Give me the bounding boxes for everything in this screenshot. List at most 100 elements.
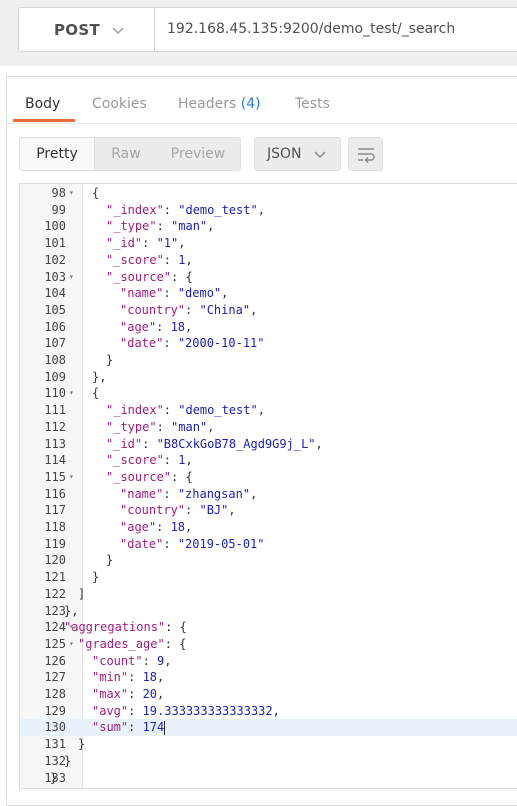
json-key: "min" (92, 670, 129, 685)
pretty-button[interactable]: Pretty (20, 138, 95, 170)
json-key: "_id" (106, 436, 143, 451)
json-key: "_score" (106, 453, 164, 468)
json-number: 19.333333333333332 (142, 703, 273, 718)
request-bar: POST 192.168.45.135:9200/demo_test/_sear… (0, 0, 517, 66)
code-text: "max": 20, (92, 686, 164, 703)
response-body-editor[interactable]: 98 ▾{99 "_index": "demo_test", 100 "_type": … (19, 183, 517, 789)
json-key: "_type" (106, 219, 157, 234)
json-punct: : (163, 252, 179, 267)
line-number: 128 (44, 687, 66, 701)
json-punct: : (128, 703, 143, 718)
code-line: 106 "age": 18, (20, 319, 517, 336)
response-panel: Body Cookies Headers (4) Tests Pretty Ra… (6, 76, 517, 806)
url-input[interactable]: 192.168.45.135:9200/demo_test/_search (167, 8, 455, 51)
json-punct: : (142, 236, 157, 251)
json-punct: } (78, 737, 86, 752)
code-line: 129 "avg": 19.333333333333332, (20, 703, 517, 720)
line-number: 98 (51, 186, 66, 200)
json-punct: { (92, 186, 100, 200)
code-text: "country": "BJ", (120, 502, 236, 519)
line-number: 100 (44, 219, 66, 234)
json-string: "man" (171, 419, 208, 434)
code-line: 116 "name": "zhangsan", (20, 486, 517, 503)
json-key: "age" (120, 319, 157, 334)
json-punct: , (207, 219, 215, 234)
code-text: "_type": "man", (106, 419, 214, 436)
json-key: "aggregations" (64, 620, 166, 635)
request-box: POST 192.168.45.135:9200/demo_test/_sear… (18, 7, 517, 52)
json-key: "name" (120, 286, 164, 301)
line-number: 108 (44, 353, 66, 367)
json-punct: , (315, 436, 323, 451)
json-punct: : (142, 436, 157, 451)
code-text: "age": 18, (120, 319, 192, 336)
json-key: "max" (92, 687, 129, 701)
json-number: 174 (142, 720, 165, 735)
line-number: 105 (44, 302, 66, 317)
json-punct: : { (165, 620, 187, 635)
json-punct: : (163, 202, 179, 217)
line-number: 124 (44, 620, 66, 635)
json-punct: : (163, 286, 178, 301)
json-key: "date" (120, 536, 164, 551)
json-string: "China" (199, 302, 251, 317)
json-punct: , (207, 419, 215, 434)
code-text: } (106, 552, 113, 569)
tab-body[interactable]: Body (25, 77, 60, 123)
json-punct: : (128, 670, 143, 685)
code-text: } (78, 736, 85, 753)
preview-button[interactable]: Preview (157, 138, 239, 170)
json-string: "B8CxkGoB78_Agd9G9j_L" (156, 436, 316, 451)
code-line: 132} (20, 753, 517, 770)
code-line: 98 ▾ { (20, 185, 517, 202)
code-line: 104 "name": "demo", (20, 285, 517, 302)
wrap-lines-button[interactable] (348, 137, 383, 171)
json-punct: , (157, 687, 165, 701)
fold-toggle-icon[interactable]: ▾ (69, 385, 74, 402)
tab-headers[interactable]: Headers (4) (178, 77, 261, 123)
code-text: }, (64, 603, 78, 620)
text-cursor (164, 720, 166, 735)
json-punct: : (163, 486, 178, 501)
json-punct: ] (78, 586, 86, 601)
json-string: "demo_test" (178, 403, 258, 418)
code-line: 108} (20, 352, 517, 369)
fold-toggle-icon[interactable]: ▾ (69, 469, 74, 486)
code-text: }, (92, 369, 106, 386)
json-key: "count" (92, 653, 143, 668)
json-punct: }, (64, 603, 79, 618)
code-line: 119 "date": "2019-05-01" (20, 536, 517, 553)
fold-toggle-icon[interactable]: ▾ (69, 269, 74, 286)
tab-label: Body (25, 96, 61, 112)
code-text: "aggregations": { (64, 619, 187, 636)
raw-button[interactable]: Raw (95, 138, 157, 170)
json-key: "age" (120, 520, 157, 534)
method-selector[interactable]: POST (19, 8, 155, 51)
line-number: 132 (44, 753, 66, 768)
json-punct: : (163, 403, 179, 418)
code-text: "age": 18, (120, 519, 192, 536)
json-punct: : { (171, 269, 193, 284)
json-number: 20 (142, 687, 158, 701)
code-line: 100 "_type": "man", (20, 218, 517, 235)
json-punct: } (92, 570, 100, 585)
line-number: 117 (44, 503, 66, 518)
json-string: "2000-10-11" (177, 336, 265, 351)
code-text: } (92, 569, 99, 586)
code-text: } (50, 770, 57, 787)
line-number: 119 (44, 536, 66, 551)
json-key: "_source" (106, 469, 172, 484)
line-number: 125 (44, 636, 66, 651)
format-dropdown[interactable]: JSON (254, 137, 341, 171)
json-key: "country" (120, 503, 186, 518)
line-number: 109 (44, 369, 66, 384)
fold-toggle-icon[interactable]: ▾ (69, 636, 74, 653)
code-line: 99 "_index": "demo_test", (20, 202, 517, 219)
tab-tests[interactable]: Tests (295, 77, 330, 123)
tab-cookies[interactable]: Cookies (92, 77, 147, 123)
tab-label: Cookies (92, 96, 147, 112)
line-number: 133 (44, 770, 66, 785)
json-key: "_index" (106, 202, 164, 217)
json-punct: : (163, 453, 179, 468)
fold-toggle-icon[interactable]: ▾ (69, 185, 74, 202)
